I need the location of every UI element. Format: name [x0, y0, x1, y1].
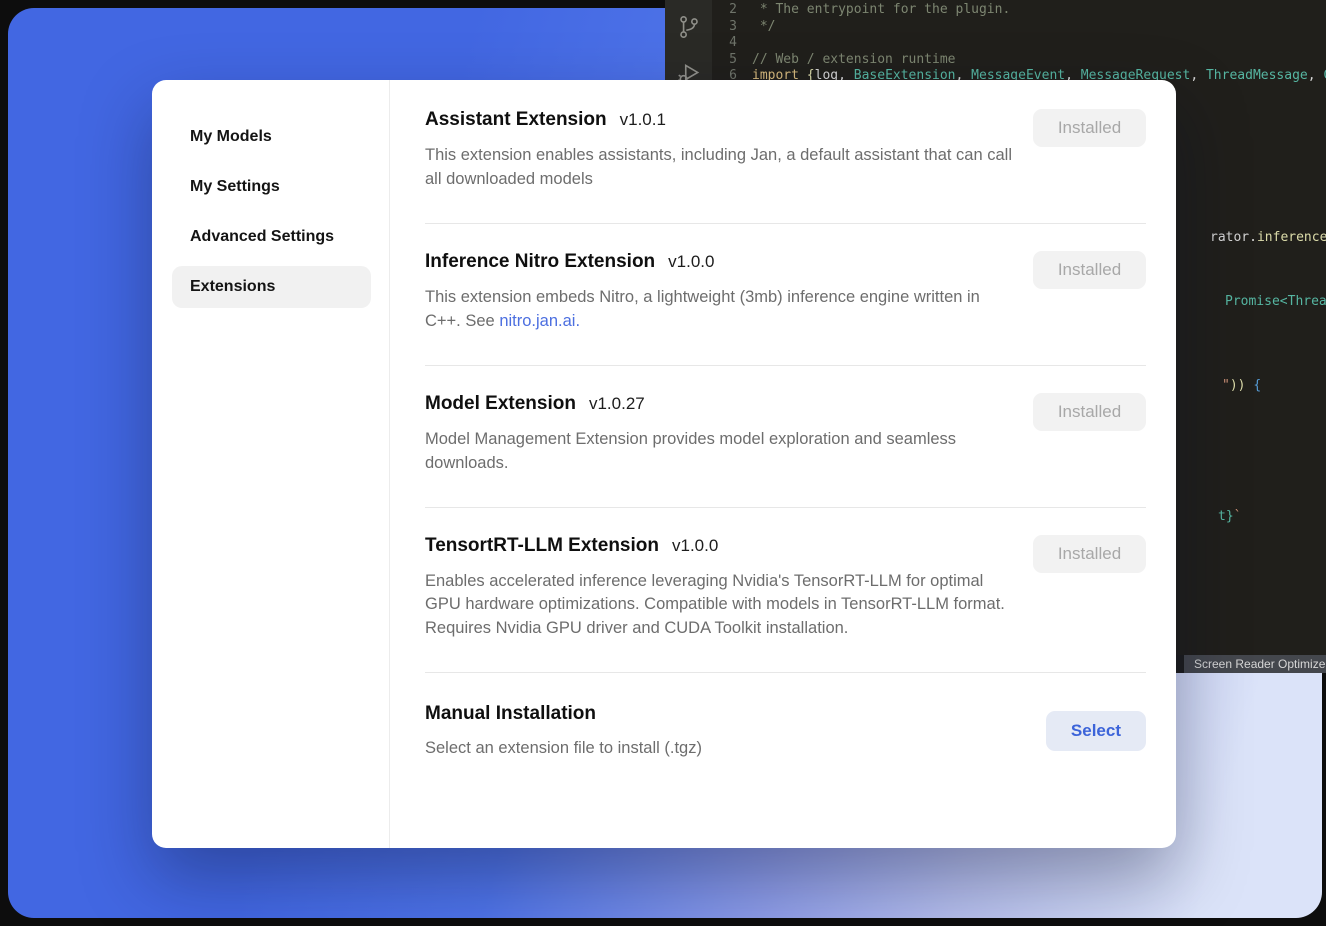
extension-version: v1.0.0 [672, 536, 718, 556]
extension-entry-nitro: Inference Nitro Extension v1.0.0 This ex… [425, 224, 1146, 366]
manual-installation-section: Manual Installation Select an extension … [425, 673, 1146, 782]
extension-name: Model Extension [425, 393, 576, 415]
code-line: 2 * The entrypoint for the plugin. [712, 2, 1326, 19]
installed-badge[interactable]: Installed [1033, 393, 1146, 431]
sidebar-item-my-models[interactable]: My Models [172, 116, 371, 158]
extension-version: v1.0.0 [668, 252, 714, 272]
code-line: 3 */ [712, 19, 1326, 36]
settings-modal: My Models My Settings Advanced Settings … [152, 80, 1176, 848]
extension-version: v1.0.27 [589, 394, 645, 414]
extension-description: Model Management Extension provides mode… [425, 428, 1015, 476]
extension-description: Enables accelerated inference leveraging… [425, 570, 1015, 642]
settings-sidebar: My Models My Settings Advanced Settings … [152, 80, 390, 848]
extension-version: v1.0.1 [620, 110, 666, 130]
extension-description: This extension enables assistants, inclu… [425, 144, 1015, 192]
installed-badge[interactable]: Installed [1033, 251, 1146, 289]
installed-badge[interactable]: Installed [1033, 109, 1146, 147]
line-number: 3 [712, 19, 752, 36]
line-number: 2 [712, 2, 752, 19]
manual-installation-title: Manual Installation [425, 703, 702, 725]
source-control-icon[interactable] [676, 14, 702, 40]
code-line: 4 [712, 35, 1326, 52]
extension-name: Inference Nitro Extension [425, 251, 655, 273]
screen-reader-optimized-status[interactable]: Screen Reader Optimize [1184, 655, 1326, 673]
sidebar-item-advanced-settings[interactable]: Advanced Settings [172, 216, 371, 258]
extensions-list: Assistant Extension v1.0.1 This extensio… [390, 80, 1176, 848]
code-line: 5// Web / extension runtime [712, 52, 1326, 69]
extension-name: TensortRT-LLM Extension [425, 535, 659, 557]
code-lines: 2 * The entrypoint for the plugin.3 */45… [712, 0, 1326, 85]
nitro-jan-ai-link[interactable]: nitro.jan.ai. [499, 312, 580, 330]
extension-entry-model: Model Extension v1.0.27 Model Management… [425, 366, 1146, 508]
extension-entry-tensorrt: TensortRT-LLM Extension v1.0.0 Enables a… [425, 508, 1146, 674]
sidebar-item-my-settings[interactable]: My Settings [172, 166, 371, 208]
extension-name: Assistant Extension [425, 109, 607, 131]
extension-entry-assistant: Assistant Extension v1.0.1 This extensio… [425, 82, 1146, 224]
line-number: 4 [712, 35, 752, 52]
code-fragment-brace: ")) { [1222, 378, 1261, 393]
manual-installation-description: Select an extension file to install (.tg… [425, 739, 702, 758]
code-fragment-inference: rator.inference(data)); [1210, 230, 1326, 245]
installed-badge[interactable]: Installed [1033, 535, 1146, 573]
select-file-button[interactable]: Select [1046, 711, 1146, 751]
code-fragment-template: t}` [1218, 509, 1241, 524]
extension-description: This extension embeds Nitro, a lightweig… [425, 286, 1015, 334]
line-number: 5 [712, 52, 752, 69]
sidebar-item-extensions[interactable]: Extensions [172, 266, 371, 308]
code-fragment-promise: Promise<ThreadMessage> [1225, 294, 1326, 309]
